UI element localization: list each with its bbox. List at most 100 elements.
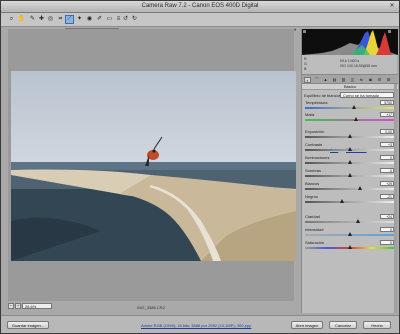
slider-value-field[interactable]: +3 [380,142,394,147]
slider-thumb[interactable] [347,232,352,236]
save-image-button[interactable]: Guardar imagen... [7,321,49,329]
color-sampler-tool-icon[interactable]: ✚ [37,15,46,24]
slider-thumb[interactable] [340,199,345,203]
slider-track[interactable] [305,201,394,203]
slider-thumb[interactable] [351,105,356,109]
slider-thumb[interactable] [353,117,358,121]
workflow-options-link[interactable]: Adobe RGB (1998); 16 bits; 3888 por 2592… [141,323,251,328]
straighten-tool-icon[interactable]: ⟋ [65,15,74,24]
spot-removal-tool-icon[interactable]: ✦ [75,15,84,24]
slider-value-field[interactable]: +29 [380,181,394,186]
right-panel: R: G: B: f/5,6 1/400 s ISO 100 18-55@55 … [301,29,398,313]
slider-value-field[interactable]: -21 [380,194,394,199]
slider-value-field[interactable]: 5750 [380,100,394,105]
section-title: Básico [302,84,398,90]
slider-label: Contraste [305,142,323,147]
rotate-left-icon[interactable]: ↺ [121,15,130,24]
slider-label: Exposición [305,129,325,134]
slider-track[interactable] [305,221,394,223]
slider-track[interactable] [305,188,394,190]
rotate-right-icon[interactable]: ↻ [130,15,139,24]
slider-matiz[interactable]: Matiz +17 [304,112,396,126]
zoom-tool-icon[interactable]: ⌕ [7,15,16,24]
tab-camera-calibration-icon[interactable]: ◙ [367,77,374,83]
slider-thumb[interactable] [348,147,353,151]
open-image-button[interactable]: Abrir imagen [291,321,323,329]
slider-thumb[interactable] [347,245,352,249]
white-balance-tool-icon[interactable]: ✎ [28,15,37,24]
exposure-info: f/5,6 1/400 s [340,59,360,63]
slider-exposicion[interactable]: Exposición 0,00 [304,129,396,143]
tab-hsl-icon[interactable]: ▤ [331,77,338,83]
slider-saturacion[interactable]: Saturación 0 [304,240,396,254]
slider-value-field[interactable]: 0 [380,155,394,160]
histogram-graph [302,30,398,55]
toolbar: ⌕✋✎✚◎⌗⟋✦◉✐▭≡↺↻ ✓ Previsualizar ⤢ [1,13,399,36]
white-balance-label: Equilibrio de blancos: [304,93,343,98]
slider-value-field[interactable]: 0,00 [380,129,394,134]
b-readout: B: [304,67,308,71]
tab-detail-icon[interactable]: ▲ [322,77,329,83]
cancel-button[interactable]: Cancelar [329,321,357,329]
close-icon[interactable]: ✕ [387,3,397,10]
tab-split-toning-icon[interactable]: ▥ [340,77,347,83]
tab-tone-curve-icon[interactable]: ⌒ [313,77,320,83]
tab-effects-icon[interactable]: fx [358,77,365,83]
white-balance-row: Equilibrio de blancos: Como se ha tomado [304,92,396,99]
slider-label: Blancos [305,181,320,186]
iso-info: ISO 100 18-55@55 mm [340,64,378,68]
kitesurfer [145,136,163,166]
slider-negros[interactable]: Negros -21 [304,194,396,208]
slider-thumb[interactable] [347,173,352,177]
slider-thumb[interactable] [358,186,363,190]
tab-snapshots-icon[interactable]: ⊞ [385,77,392,83]
crop-tool-icon[interactable]: ⌗ [56,15,65,24]
slider-sombras[interactable]: Sombras 0 [304,168,396,182]
slider-label: Saturación [305,240,325,245]
tab-basic-icon[interactable]: ◐ [304,77,311,83]
panel-scrollbar[interactable] [394,84,397,313]
slider-contraste[interactable]: Contraste +3 [304,142,396,156]
camera-raw-window: Camera Raw 7.2 - Canon EOS 400D Digital … [0,0,400,334]
white-balance-select[interactable]: Como se ha tomado [340,92,394,98]
adjustment-brush-icon[interactable]: ✐ [95,15,104,24]
slider-iluminaciones[interactable]: Iluminaciones 0 [304,155,396,169]
slider-value-field[interactable]: +24 [380,214,394,219]
slider-thumb[interactable] [347,134,352,138]
camera-info: R: G: B: f/5,6 1/400 s ISO 100 18-55@55 … [304,57,396,73]
graduated-filter-icon[interactable]: ▭ [105,15,114,24]
histogram [302,29,398,55]
slider-label: Sombras [305,168,322,173]
photo-preview[interactable] [11,71,296,261]
slider-value-field[interactable]: 0 [380,168,394,173]
tab-lens-icon[interactable]: ◫ [349,77,356,83]
slider-value-field[interactable]: 0 [380,240,394,245]
slider-track[interactable] [305,107,394,109]
slider-value-field[interactable]: 0 [380,227,394,232]
photo-image [11,136,296,261]
panel-tabs: ◐ ⌒ ▲ ▤ ▥ ◫ fx ◙ ☰ ⊞ [302,74,398,84]
slider-track[interactable] [305,119,394,121]
slider-thumb[interactable] [347,160,352,164]
g-readout: G: [304,62,308,66]
red-eye-tool-icon[interactable]: ◉ [85,15,94,24]
slider-label: Claridad [305,214,320,219]
slider-label: Matiz [305,112,315,117]
slider-label: Negros [305,194,318,199]
slider-claridad[interactable]: Claridad +24 [304,214,396,228]
slider-thumb[interactable] [356,219,361,223]
slider-blancos[interactable]: Blancos +29 [304,181,396,195]
file-name: IMG_3586.CR2 [137,305,165,310]
slider-intensidad[interactable]: Intensidad 0 [304,227,396,241]
r-readout: R: [304,57,308,61]
bottom-bar: Guardar imagen... Adobe RGB (1998); 16 b… [1,315,399,333]
window-title: Camera Raw 7.2 - Canon EOS 400D Digital [141,3,259,9]
slider-value-field[interactable]: +17 [380,112,394,117]
tab-presets-icon[interactable]: ☰ [376,77,383,83]
targeted-adjustment-tool-icon[interactable]: ◎ [46,15,55,24]
status-row: − + 26,6% IMG_3586.CR2 [8,301,294,313]
done-button[interactable]: Hecho [363,321,391,329]
title-bar: Camera Raw 7.2 - Canon EOS 400D Digital … [1,1,399,13]
hand-tool-icon[interactable]: ✋ [17,15,26,24]
slider-label: Intensidad [305,227,324,232]
